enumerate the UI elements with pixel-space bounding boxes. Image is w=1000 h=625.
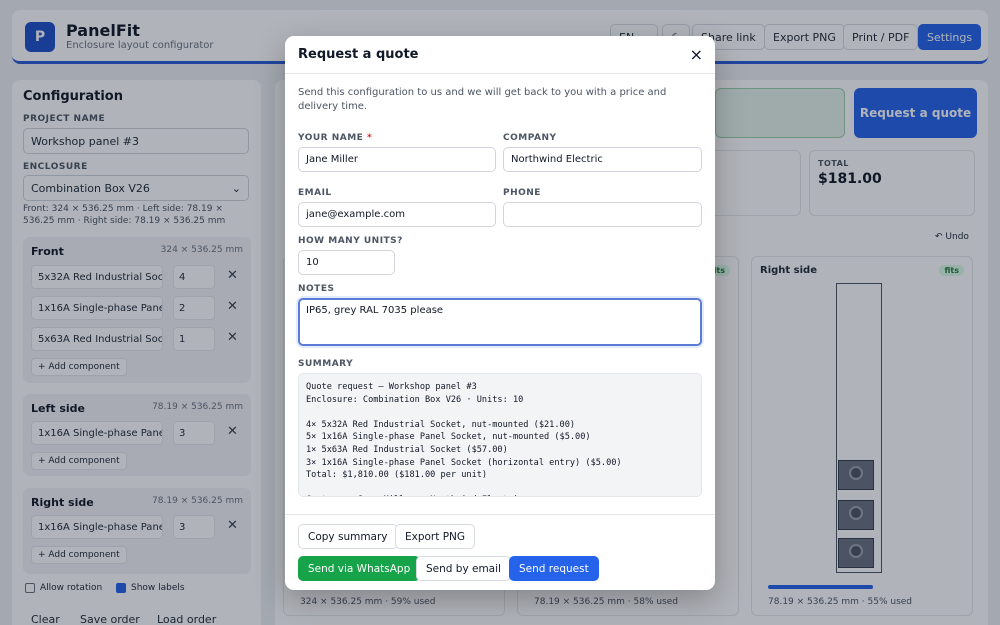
dialog-header: Request a quote ×: [285, 36, 715, 74]
dialog-intro: Send this configuration to us and we wil…: [298, 87, 667, 112]
company-label: COMPANY: [503, 133, 557, 143]
required-marker: *: [366, 133, 373, 143]
summary-textarea[interactable]: Quote request — Workshop panel #3 Enclos…: [298, 373, 702, 497]
name-input[interactable]: Jane Miller: [298, 147, 496, 172]
name-label-text: YOUR NAME: [298, 133, 364, 143]
company-input[interactable]: Northwind Electric: [503, 147, 702, 172]
close-icon[interactable]: ×: [690, 45, 703, 64]
dialog-footer: Copy summary Export PNG Send via WhatsAp…: [285, 514, 715, 590]
copy-summary-button[interactable]: Copy summary: [298, 524, 398, 549]
units-label: HOW MANY UNITS?: [298, 236, 403, 246]
phone-label: PHONE: [503, 188, 541, 198]
phone-input[interactable]: [503, 202, 702, 227]
request-quote-dialog: Request a quote × Send this configuratio…: [285, 36, 715, 590]
send-email-button[interactable]: Send by email: [416, 556, 511, 581]
name-label: YOUR NAME *: [298, 133, 372, 143]
dialog-title: Request a quote: [298, 47, 419, 62]
export-png-button[interactable]: Export PNG: [395, 524, 476, 549]
notes-label: NOTES: [298, 284, 335, 294]
notes-textarea[interactable]: IP65, grey RAL 7035 please: [298, 298, 702, 346]
email-input[interactable]: jane@example.com: [298, 202, 496, 227]
units-input[interactable]: 10: [298, 250, 395, 275]
email-label: EMAIL: [298, 188, 332, 198]
summary-label: SUMMARY: [298, 359, 354, 369]
send-whatsapp-button[interactable]: Send via WhatsApp: [298, 556, 421, 581]
send-request-button[interactable]: Send request: [509, 556, 599, 581]
